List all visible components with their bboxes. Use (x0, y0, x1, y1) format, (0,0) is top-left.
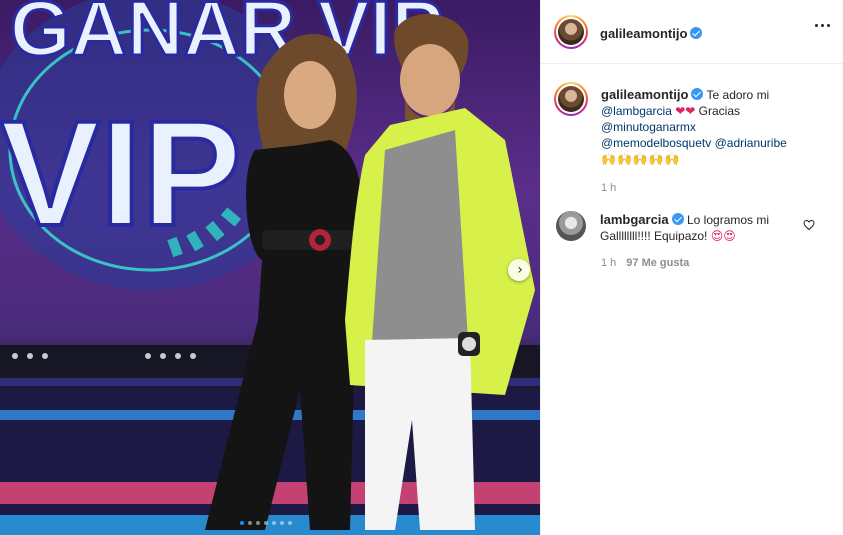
carousel-indicator (240, 521, 292, 525)
mention-link[interactable]: @lambgarcia (601, 104, 672, 118)
comment: lambgarcia Lo logramos mi Gallllllll!!!!… (600, 212, 815, 244)
comment-username[interactable]: lambgarcia (600, 212, 669, 227)
comment-timestamp[interactable]: 1 h (601, 257, 616, 269)
caption-timestamp[interactable]: 1 h (601, 182, 616, 194)
more-options-icon[interactable] (815, 24, 830, 27)
caption-text: Te adoro mi (706, 88, 770, 102)
caption-text: Gracias (698, 104, 741, 118)
comment-likes[interactable]: 97 Me gusta (626, 257, 689, 269)
mention-link[interactable]: @memodelbosquetv (601, 136, 711, 150)
heart-eyes-emoji: 😍😍 (710, 229, 736, 243)
carousel-dot (272, 521, 276, 525)
post-header: galileamontijo (541, 0, 843, 64)
carousel-dot (248, 521, 252, 525)
comment-text: Lo logramos mi (687, 213, 770, 227)
author-username[interactable]: galileamontijo (600, 26, 687, 41)
caption-author-avatar[interactable] (554, 82, 588, 116)
commenter-avatar[interactable] (556, 211, 586, 241)
hearts-emoji: ❤❤ (675, 104, 696, 118)
post-caption: galileamontijo Te adoro mi @lambgarcia ❤… (601, 87, 831, 196)
carousel-dot (240, 521, 244, 525)
carousel-next-button[interactable]: › (508, 259, 530, 281)
comment-meta: 1 h 97 Me gusta (601, 257, 689, 269)
post-side-panel: galileamontijo galileamontijo Te adoro m… (540, 0, 843, 535)
post-photo[interactable]: GANAR VIP VIP › (0, 0, 540, 535)
carousel-dot (288, 521, 292, 525)
verified-badge-icon (691, 88, 704, 100)
comment-text: Gallllllll!!!! Equipazo! (600, 229, 708, 243)
author-name-row: galileamontijo (600, 25, 703, 43)
mention-link[interactable]: @adrianuribe (715, 136, 787, 150)
sign-text-vip: VIP (0, 89, 242, 257)
heart-outline-icon[interactable] (803, 219, 815, 231)
sign-text-top: GANAR VIP (10, 0, 443, 72)
author-avatar[interactable] (554, 15, 588, 49)
carousel-dot (264, 521, 268, 525)
caption-username[interactable]: galileamontijo (601, 87, 688, 102)
mention-link[interactable]: @minutoganarmx (601, 120, 696, 134)
verified-badge-icon (690, 27, 703, 39)
carousel-dot (256, 521, 260, 525)
raised-hands-emoji: 🙌🙌🙌🙌🙌 (601, 152, 681, 166)
chevron-right-icon: › (517, 262, 523, 278)
carousel-dot (280, 521, 284, 525)
verified-badge-icon (671, 213, 684, 225)
photo-illustration: GANAR VIP VIP (0, 0, 540, 535)
